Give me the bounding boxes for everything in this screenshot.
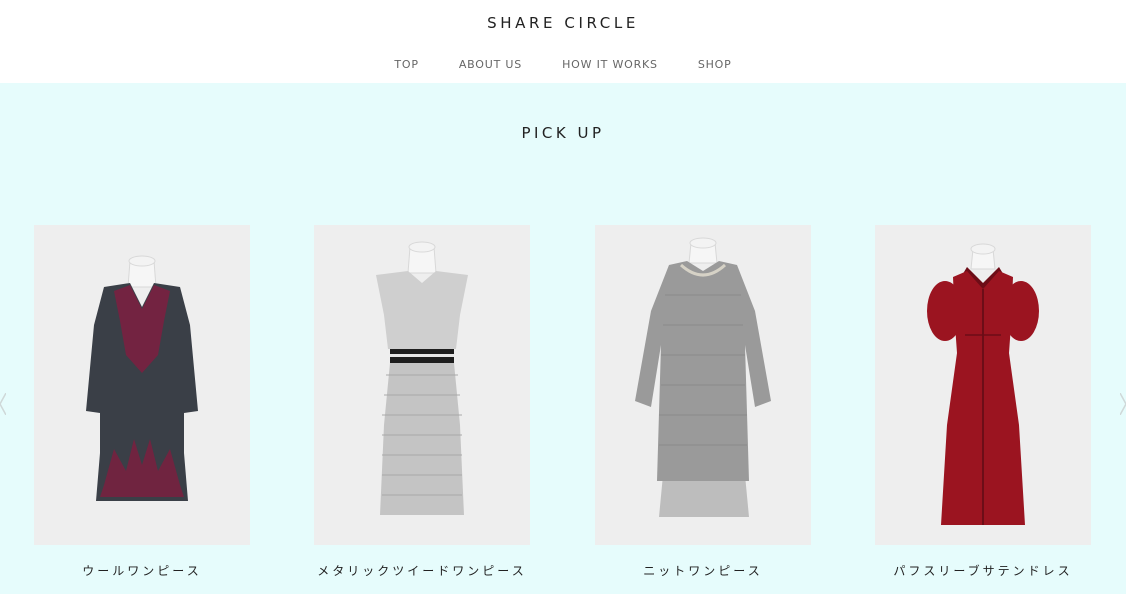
section-title: PICK UP: [521, 124, 605, 142]
nav-shop[interactable]: SHOP: [698, 58, 732, 71]
site-logo[interactable]: SHARE CIRCLE: [0, 14, 1126, 32]
knit-dress-image[interactable]: [595, 225, 811, 545]
tweed-dress-image[interactable]: [314, 225, 530, 545]
product-card-wool-dress[interactable]: ウールワンピース: [34, 225, 250, 579]
product-name[interactable]: パフスリーブサテンドレス: [875, 562, 1091, 579]
wool-dress-image[interactable]: [34, 225, 250, 545]
product-name[interactable]: ウールワンピース: [34, 562, 250, 579]
product-card-knit-dress[interactable]: ニットワンピース: [595, 225, 811, 579]
nav-about-us[interactable]: ABOUT US: [459, 58, 522, 71]
nav-how-it-works[interactable]: HOW IT WORKS: [562, 58, 658, 71]
carousel-next-icon[interactable]: [1120, 393, 1126, 415]
site-header: SHARE CIRCLE TOP ABOUT US HOW IT WORKS S…: [0, 0, 1126, 83]
satin-dress-image[interactable]: [875, 225, 1091, 545]
main-nav: TOP ABOUT US HOW IT WORKS SHOP: [0, 58, 1126, 71]
product-card-tweed-dress[interactable]: メタリックツイードワンピース: [314, 225, 530, 579]
product-name[interactable]: ニットワンピース: [595, 562, 811, 579]
carousel-prev-icon[interactable]: [0, 393, 6, 415]
product-card-satin-dress[interactable]: パフスリーブサテンドレス: [875, 225, 1091, 579]
product-name[interactable]: メタリックツイードワンピース: [314, 562, 530, 579]
pickup-section: PICK UP ウールワンピース メタリックツイードワンピース ニットワンピース…: [0, 83, 1126, 594]
nav-top[interactable]: TOP: [394, 58, 418, 71]
